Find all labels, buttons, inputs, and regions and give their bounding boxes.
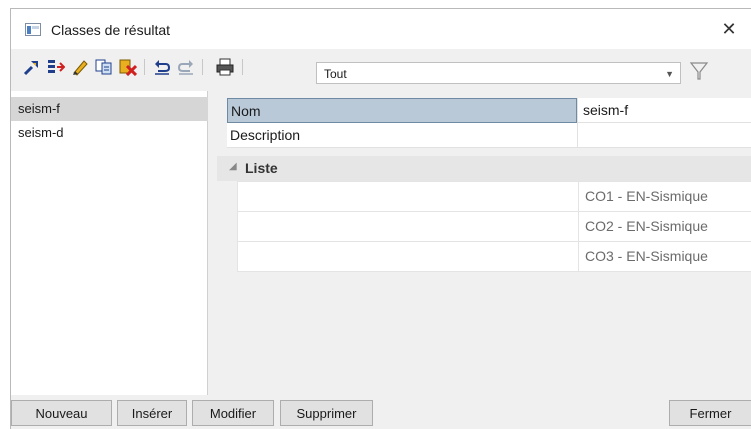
filter-select[interactable]: Tout ▼: [316, 62, 681, 84]
list-item[interactable]: seism-f: [11, 97, 208, 121]
pin-icon[interactable]: [23, 58, 41, 76]
new-button[interactable]: Nouveau: [11, 400, 112, 426]
name-label[interactable]: Nom: [227, 98, 577, 123]
undo-icon[interactable]: [153, 58, 171, 76]
property-row-description: Description: [217, 123, 751, 148]
delete-button[interactable]: Supprimer: [280, 400, 373, 426]
window-icon: [25, 23, 41, 36]
list-entry-value: CO1 - EN-Sismique: [578, 182, 751, 211]
filter-icon[interactable]: [688, 60, 710, 82]
toolbar: Tout ▼: [11, 49, 751, 84]
modify-button[interactable]: Modifier: [192, 400, 274, 426]
button-bar: Nouveau Insérer Modifier Supprimer Ferme…: [11, 395, 751, 429]
insert-button[interactable]: Insérer: [117, 400, 187, 426]
property-grid: Nom seism-f Description ◢ Liste CO1 - EN…: [217, 91, 751, 395]
property-row-name: Nom seism-f: [217, 98, 751, 123]
close-window-button[interactable]: ✕: [707, 9, 751, 49]
insert-rows-icon[interactable]: [47, 58, 65, 76]
redo-icon[interactable]: [177, 58, 195, 76]
close-icon: ✕: [721, 18, 737, 39]
classes-dialog: Classes de résultat ✕ Tout ▼ seism-f sei…: [10, 8, 751, 429]
copy-icon[interactable]: [95, 58, 113, 76]
group-label: Liste: [245, 160, 278, 176]
list-entry-row[interactable]: CO3 - EN-Sismique: [237, 241, 751, 272]
list-entry-value: CO3 - EN-Sismique: [578, 242, 751, 271]
list-entry-value: CO2 - EN-Sismique: [578, 212, 751, 241]
edit-pencil-icon[interactable]: [71, 58, 89, 76]
list-entry-row[interactable]: CO1 - EN-Sismique: [237, 181, 751, 211]
toolbar-separator: [202, 59, 203, 75]
list-item[interactable]: seism-d: [11, 121, 208, 145]
list-entry-row[interactable]: CO2 - EN-Sismique: [237, 211, 751, 241]
title-bar: Classes de résultat ✕: [11, 9, 751, 49]
window-title: Classes de résultat: [51, 22, 171, 38]
collapse-arrow-icon[interactable]: ◢: [229, 161, 237, 172]
name-value[interactable]: seism-f: [577, 98, 751, 123]
description-value[interactable]: [577, 123, 751, 148]
group-row-liste[interactable]: ◢ Liste: [217, 156, 751, 181]
delete-icon[interactable]: [119, 58, 137, 76]
print-icon[interactable]: [216, 58, 234, 76]
result-class-list: seism-f seism-d: [11, 91, 208, 395]
chevron-down-icon: ▼: [665, 69, 674, 79]
filter-value: Tout: [324, 67, 347, 81]
toolbar-separator: [144, 59, 145, 75]
close-button[interactable]: Fermer: [669, 400, 751, 426]
toolbar-separator: [242, 59, 243, 75]
description-label[interactable]: Description: [227, 123, 577, 148]
